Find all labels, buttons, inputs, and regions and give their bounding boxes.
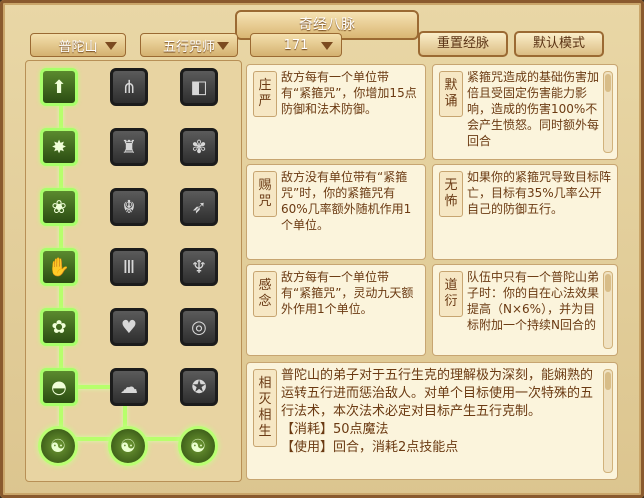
points-dropdown[interactable]: 171 xyxy=(250,33,342,57)
spiky-lotus-icon[interactable]: ✸ xyxy=(40,128,78,166)
scrollbar[interactable] xyxy=(603,71,613,153)
talent-card[interactable]: 庄严 敌方每有一个单位带有“紧箍咒”，你增加15点防御和法术防御。 xyxy=(246,64,426,160)
scroll-thumb[interactable] xyxy=(605,372,611,390)
bowl-icon[interactable]: ◓ xyxy=(40,368,78,406)
scrollbar[interactable] xyxy=(603,271,613,349)
talent-name: 相灭相生 xyxy=(253,369,277,447)
talent-extra: 【使用】回合，消耗2点技能点 xyxy=(281,440,459,455)
heart-icon[interactable]: ♥ xyxy=(110,308,148,346)
scroll-thumb[interactable] xyxy=(605,274,611,292)
talent-desc: 如果你的紧箍咒导致目标阵亡，目标有35%几率公开自己的防御五行。 xyxy=(467,170,611,216)
talent-name: 无怖 xyxy=(439,171,463,217)
lotus-icon[interactable]: ❀ xyxy=(40,188,78,226)
ultimate-talent-card[interactable]: 相灭相生 普陀山的弟子对于五行生克的理解极为深刻，能娴熟的运转五行进而惩治敌人。… xyxy=(246,362,618,480)
pentagram-icon[interactable]: ✪ xyxy=(180,368,218,406)
bird-icon[interactable]: ➶ xyxy=(180,188,218,226)
lotus-bloom-icon[interactable]: ✿ xyxy=(40,308,78,346)
talent-name: 道衍 xyxy=(439,271,463,317)
chevron-down-icon xyxy=(321,42,333,50)
talent-desc: 紧箍咒造成的基础伤害加倍且受固定伤害能力影响，造成的伤害100%不会产生愤怒。同… xyxy=(467,70,600,148)
talent-cost: 【消耗】50点魔法 xyxy=(281,421,601,439)
cost-value: 50点魔法 xyxy=(333,422,389,437)
wave-icon[interactable]: ◎ xyxy=(180,308,218,346)
talent-card[interactable]: 默诵 紧箍咒造成的基础伤害加倍且受固定伤害能力影响，造成的伤害100%不会产生愤… xyxy=(432,64,618,160)
talent-name: 感念 xyxy=(253,271,277,317)
stalactite-icon[interactable]: ⋔ xyxy=(110,68,148,106)
talent-desc-text: 普陀山的弟子对于五行生克的理解极为深刻，能娴熟的运转五行进而惩治敌人。对单个目标… xyxy=(281,368,594,419)
hand-icon[interactable]: ✋ xyxy=(40,248,78,286)
scroll-thumb[interactable] xyxy=(605,74,611,92)
scrollbar[interactable] xyxy=(603,369,613,473)
meridian-window: 奇经八脉 普陀山 五行咒师 171 重置经脉 默认模式 ⬆ ✸ ❀ ✋ ✿ ◓ … xyxy=(0,0,644,498)
school-dropdown[interactable]: 普陀山 xyxy=(30,33,126,57)
talent-card[interactable]: 赐咒 敌方没有单位带有“紧箍咒”时，你的紧箍咒有60%几率额外随机作用1个单位。 xyxy=(246,164,426,260)
points-dropdown-label: 171 xyxy=(283,37,309,53)
talent-desc: 普陀山的弟子对于五行生克的理解极为深刻，能娴熟的运转五行进而惩治敌人。对单个目标… xyxy=(281,367,601,475)
faction-dropdown[interactable]: 五行咒师 xyxy=(140,33,238,57)
talent-name: 赐咒 xyxy=(253,171,277,217)
talent-card[interactable]: 道衍 队伍中只有一个普陀山弟子时：你的自在心法效果提高（N×6%），并为目标附加… xyxy=(432,264,618,356)
yinyang-center-icon[interactable]: ☯ xyxy=(108,426,148,466)
bell-icon[interactable]: ♜ xyxy=(110,128,148,166)
talent-desc: 敌方没有单位带有“紧箍咒”时，你的紧箍咒有60%几率额外随机作用1个单位。 xyxy=(281,170,412,232)
chevron-down-icon xyxy=(105,42,117,50)
talent-name: 庄严 xyxy=(253,71,277,117)
candle-icon[interactable]: ♆ xyxy=(180,248,218,286)
yinyang-left-icon[interactable]: ☯ xyxy=(38,426,78,466)
arrow-lotus-icon[interactable]: ⬆ xyxy=(40,68,78,106)
faction-dropdown-label: 五行咒师 xyxy=(162,39,215,55)
talent-name: 默诵 xyxy=(439,71,463,117)
talent-desc: 队伍中只有一个普陀山弟子时：你的自在心法效果提高（N×6%），并为目标附加一个持… xyxy=(467,270,600,332)
guardian-icon[interactable]: ☬ xyxy=(110,188,148,226)
chevron-down-icon xyxy=(217,42,229,50)
cost-label: 【消耗】 xyxy=(281,422,334,437)
talent-desc: 敌方每有一个单位带有“紧箍咒”，灵动九天额外作用1个单位。 xyxy=(281,270,414,316)
reset-meridian-button[interactable]: 重置经脉 xyxy=(418,31,508,57)
default-mode-button[interactable]: 默认模式 xyxy=(514,31,604,57)
scroll-icon[interactable]: ◧ xyxy=(180,68,218,106)
talent-card[interactable]: 感念 敌方每有一个单位带有“紧箍咒”，灵动九天额外作用1个单位。 xyxy=(246,264,426,356)
talent-desc: 敌方每有一个单位带有“紧箍咒”，你增加15点防御和法术防御。 xyxy=(281,70,417,116)
school-dropdown-label: 普陀山 xyxy=(58,39,98,55)
bamboo-icon[interactable]: Ⅲ xyxy=(110,248,148,286)
cloud-icon[interactable]: ☁ xyxy=(110,368,148,406)
talent-card[interactable]: 无怖 如果你的紧箍咒导致目标阵亡，目标有35%几率公开自己的防御五行。 xyxy=(432,164,618,260)
lotus-fire-icon[interactable]: ✾ xyxy=(180,128,218,166)
yinyang-right-icon[interactable]: ☯ xyxy=(178,426,218,466)
